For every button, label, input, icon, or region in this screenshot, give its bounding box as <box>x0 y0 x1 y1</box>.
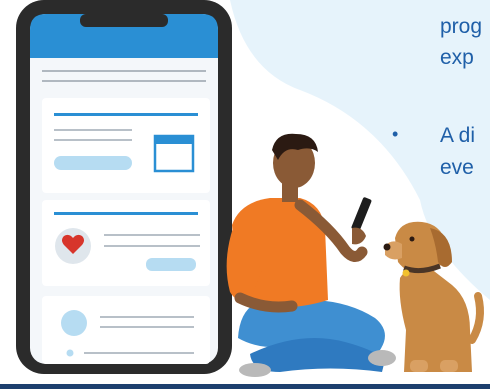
slide-illustration <box>16 0 490 377</box>
person-illustration <box>226 133 396 377</box>
bullet-2-line-2: eve <box>440 156 474 179</box>
phone-illustration <box>16 0 232 374</box>
bullet-1-line-2: exp <box>440 46 474 69</box>
avatar-circle-icon <box>61 310 87 336</box>
bullet-2-dot: • <box>392 124 399 144</box>
smartphone-icon <box>351 197 372 232</box>
bullet-2-line-1: A di <box>440 124 476 147</box>
bottom-bar-line <box>0 384 490 389</box>
bullet-1-line-1: prog <box>440 15 483 38</box>
